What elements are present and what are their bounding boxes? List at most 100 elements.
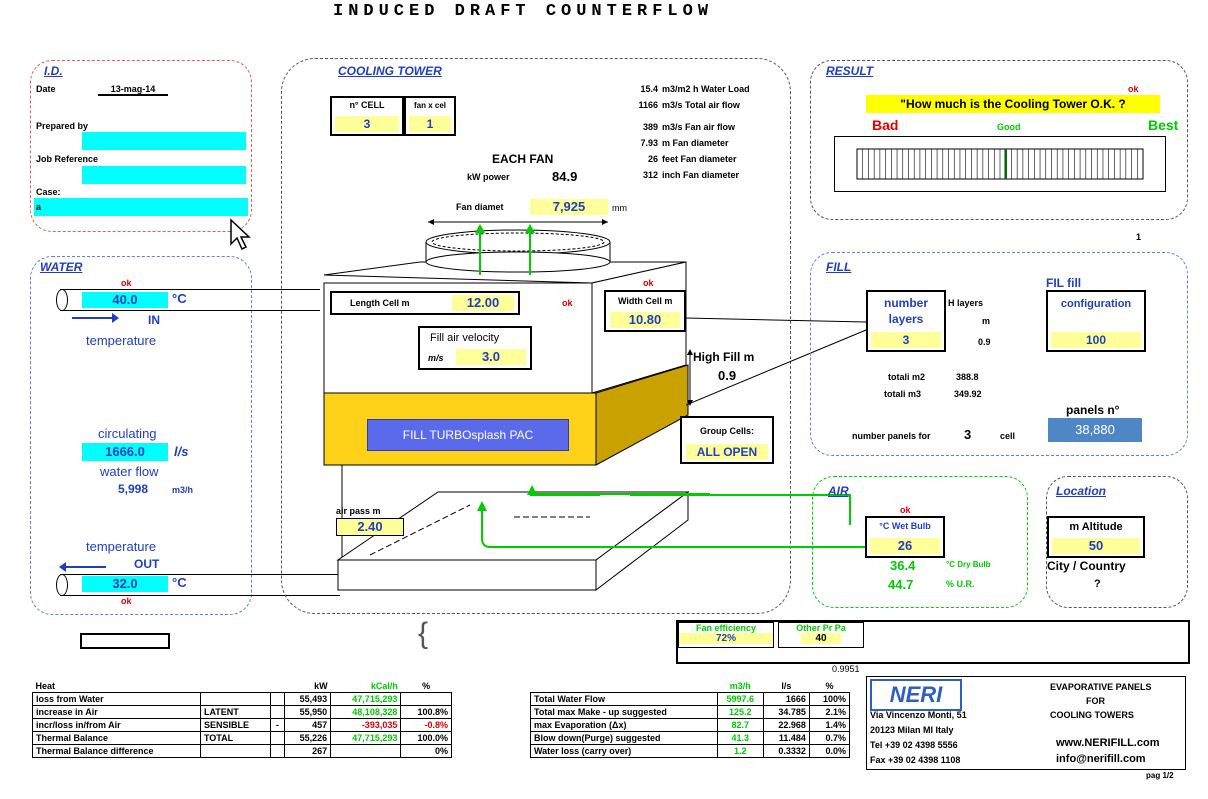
length-cell-input[interactable]: 12.00: [452, 295, 514, 311]
tower-stat-value: 15.4: [640, 84, 658, 94]
city-country-value[interactable]: ?: [1094, 578, 1101, 590]
fill-air-velocity-unit: m/s: [428, 353, 444, 363]
table-cell: 100.0%: [400, 731, 452, 745]
water-in-unit: °C: [172, 291, 187, 306]
tower-stat-value: 389: [642, 122, 658, 132]
tower-stat-text: m3/m2 h Water Load: [662, 84, 750, 94]
table-cell: increase in Air: [32, 705, 201, 719]
water-out-temp-input[interactable]: 32.0: [82, 576, 168, 592]
water-out-label: OUT: [134, 557, 160, 571]
tower-stat-text: m3/s Fan air flow: [662, 122, 736, 132]
fill-type-button[interactable]: FILL TURBOsplash PAC: [367, 419, 569, 451]
circulating-unit: l/s: [174, 444, 189, 459]
tower-stat-text: m Fan diameter: [662, 138, 729, 148]
id-panel-title: I.D.: [44, 64, 63, 78]
job-reference-input[interactable]: [82, 166, 246, 184]
h-layers-value: 0.9: [978, 337, 991, 347]
table-row: Water loss (carry over) 1.2 0.3332 0.0%: [530, 744, 851, 758]
water-flow-table: m3/h l/s% Total Water Flow 5997.6 1666 100% To…: [530, 680, 851, 758]
wet-bulb-input[interactable]: 26: [870, 538, 940, 554]
water-in-temp-input[interactable]: 40.0: [82, 292, 168, 308]
relative-humidity-label: % U.R.: [946, 579, 975, 589]
blank-box[interactable]: [80, 633, 170, 649]
table-cell: -393,035: [330, 718, 402, 732]
table-cell: incr/loss in/from Air: [32, 718, 201, 732]
fan-per-cell-input[interactable]: 1: [409, 116, 451, 132]
total-m2-value: 388.8: [956, 372, 979, 382]
cooling-tower-title: COOLING TOWER: [338, 64, 442, 78]
fill-air-velocity-input[interactable]: 3.0: [456, 349, 526, 365]
table-cell: [200, 680, 270, 693]
cell-count-input[interactable]: 3: [335, 116, 399, 132]
table-row: Total Water Flow 5997.6 1666 100%: [530, 692, 851, 706]
circulating-input[interactable]: 1666.0: [82, 443, 168, 461]
date-value[interactable]: 13-mag-14: [98, 84, 168, 96]
width-cell-input[interactable]: 10.80: [610, 312, 680, 328]
tower-stat-value: 1166: [638, 100, 658, 110]
cell-count-box: n° CELL 3: [330, 96, 404, 136]
fill-layers-input[interactable]: 3: [871, 332, 941, 348]
table-cell: 55,493: [283, 692, 332, 706]
table-cell: [199, 744, 272, 758]
table-cell: kCal/h: [370, 681, 398, 691]
other-pressure-box: Other Pr Pa 40: [778, 622, 864, 648]
table-cell: [270, 744, 285, 758]
water-out-unit: °C: [172, 575, 187, 590]
water-in-ok: ok: [121, 278, 132, 288]
altitude-input[interactable]: 50: [1052, 538, 1140, 554]
table-cell: 47,715,293: [330, 731, 402, 745]
table-cell: 41.3: [716, 731, 764, 745]
table-cell: 1.4%: [808, 718, 851, 732]
company-email[interactable]: info@nerifill.com: [1056, 753, 1146, 765]
group-cells-input[interactable]: ALL OPEN: [686, 444, 768, 460]
table-header-row: m3/h l/s%: [531, 680, 850, 693]
arrow-right-icon: [72, 313, 119, 323]
group-cells-label: Group Cells:: [700, 426, 755, 436]
high-fill-label: High Fill m: [693, 350, 755, 364]
fan-efficiency-input[interactable]: 72%: [679, 633, 773, 644]
wet-bulb-label: °C Wet Bulb: [879, 521, 931, 531]
length-cell-label: Length Cell m: [350, 298, 410, 308]
case-label: Case:: [36, 187, 61, 197]
table-cell: 82.7: [716, 718, 764, 732]
each-fan-label: EACH FAN: [492, 152, 554, 166]
relative-humidity-value: 44.7: [888, 577, 914, 592]
company-website[interactable]: www.NERIFILL.com: [1056, 737, 1160, 749]
air-panel-title: AIR: [828, 484, 849, 498]
table-cell: l/s: [781, 681, 792, 691]
result-bad-label: Bad: [872, 117, 899, 133]
table-cell: [531, 680, 718, 693]
prepared-by-input[interactable]: [82, 132, 246, 150]
table-cell: 22.968: [762, 718, 810, 732]
table-cell: 0.0%: [808, 744, 851, 758]
table-header-row: Heat kW kCal/h%: [33, 680, 452, 693]
fan-diameter-label: Fan diamet: [456, 202, 504, 212]
fan-efficiency-label: Fan efficiency: [695, 623, 757, 633]
tower-stat-row: 15.4 m3/m2 h Water Load: [630, 84, 790, 94]
outlet-pipe-end: [56, 574, 68, 596]
table-cell: 100.8%: [400, 705, 452, 719]
tower-stat-row: 7.93 m Fan diameter: [630, 138, 790, 148]
fill-panel-title: FILL: [826, 260, 852, 274]
result-ok: ok: [1128, 84, 1139, 94]
table-row: increase in Air LATENT 55,950 48,108,328 100…: [32, 705, 452, 719]
table-cell: 55,226: [283, 731, 332, 745]
air-pass-input[interactable]: 2.40: [336, 518, 404, 536]
table-cell: [400, 692, 452, 706]
table-cell: -: [270, 718, 285, 732]
table-cell: 11.484: [762, 731, 810, 745]
water-in-temperature-label: temperature: [86, 333, 157, 348]
tower-stat-value: 26: [647, 154, 658, 164]
table-cell: Blow down(Purge) suggested: [530, 731, 718, 745]
case-input[interactable]: a: [34, 198, 248, 216]
table-cell: 47,715,293: [330, 692, 402, 706]
dry-bulb-label: °C Dry Bulb: [946, 560, 991, 569]
company-address-2: 20123 Milan MI Italy: [870, 725, 954, 735]
other-pressure-input[interactable]: 40: [801, 633, 841, 644]
fan-diameter-value[interactable]: 7,925: [530, 199, 608, 215]
mouse-cursor-icon: [230, 218, 251, 251]
table-cell: TOTAL: [199, 731, 272, 745]
table-cell: 457: [283, 718, 332, 732]
fill-config-input[interactable]: 100: [1051, 332, 1141, 348]
inlet-pipe-end: [56, 289, 68, 311]
